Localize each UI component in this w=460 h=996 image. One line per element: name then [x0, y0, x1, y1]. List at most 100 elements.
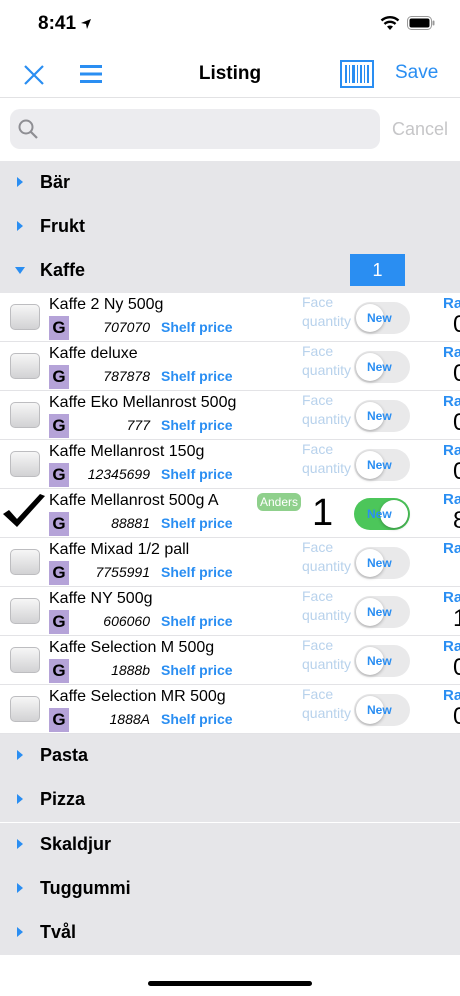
- ra-value: 0: [453, 703, 460, 731]
- new-toggle[interactable]: New: [354, 645, 410, 677]
- category-row[interactable]: Pasta: [0, 734, 460, 778]
- shelf-price-link[interactable]: Shelf price: [161, 466, 233, 482]
- shelf-price-link[interactable]: Shelf price: [161, 368, 233, 384]
- ra-label: Ra: [443, 393, 460, 410]
- product-row[interactable]: Kaffe Mellanrost 500g A G 88881 Shelf price…: [0, 489, 460, 538]
- search-input[interactable]: [10, 109, 380, 149]
- shelf-price-link[interactable]: Shelf price: [161, 613, 233, 629]
- product-name: Kaffe Selection M 500g: [49, 639, 215, 656]
- product-row[interactable]: Kaffe Mixad 1/2 pall G 7755991 Shelf price F…: [0, 538, 460, 587]
- new-toggle[interactable]: New: [354, 498, 410, 530]
- select-checkbox[interactable]: [10, 598, 40, 624]
- ra-label: Ra: [443, 638, 460, 655]
- toggle-label: New: [367, 507, 392, 521]
- shelf-price-link[interactable]: Shelf price: [161, 319, 233, 335]
- face-quantity-input[interactable]: Face quantity: [302, 685, 352, 723]
- toggle-label: New: [367, 605, 392, 619]
- category-row[interactable]: Tvål: [0, 911, 460, 956]
- toggle-label: New: [367, 703, 392, 717]
- product-name: Kaffe Mixad 1/2 pall: [49, 541, 190, 558]
- new-toggle[interactable]: New: [354, 547, 410, 579]
- category-row[interactable]: Pizza: [0, 778, 460, 823]
- category-bar[interactable]: Bär: [0, 161, 460, 205]
- product-code: 1888A: [109, 711, 150, 727]
- home-indicator[interactable]: [148, 981, 312, 986]
- chevron-right-icon: [17, 750, 23, 760]
- status-bar: 8:41: [0, 0, 460, 50]
- barcode-icon[interactable]: [340, 60, 374, 88]
- category-label: Skaldjur: [40, 833, 112, 854]
- user-badge: Anders: [257, 493, 302, 511]
- face-quantity-input[interactable]: Face quantity: [302, 391, 352, 429]
- product-row[interactable]: Kaffe Mellanrost 150g G 12345699 Shelf pric…: [0, 440, 460, 489]
- shelf-price-link[interactable]: Shelf price: [161, 662, 233, 678]
- category-row[interactable]: Skaldjur: [0, 822, 460, 867]
- product-row[interactable]: Kaffe deluxe G 787878 Shelf price Face quant…: [0, 342, 460, 391]
- shelf-price-link[interactable]: Shelf price: [161, 417, 233, 433]
- face-quantity-input[interactable]: Face quantity: [302, 538, 352, 576]
- new-toggle[interactable]: New: [354, 694, 410, 726]
- category-label: Bär: [40, 172, 71, 192]
- ra-value: 1: [453, 605, 460, 633]
- chevron-right-icon: [17, 882, 23, 893]
- toggle-label: New: [367, 311, 392, 325]
- ra-label: Ra: [443, 589, 460, 606]
- checkmark-icon[interactable]: [0, 492, 48, 532]
- ra-label: Ra: [443, 491, 460, 508]
- product-name: Kaffe NY 500g: [49, 590, 153, 607]
- select-checkbox[interactable]: [10, 451, 40, 477]
- toggle-label: New: [367, 556, 392, 570]
- face-quantity-input[interactable]: Face quantity: [302, 342, 352, 380]
- product-code: 1888b: [111, 662, 150, 678]
- ra-value: 0: [453, 458, 460, 486]
- new-toggle[interactable]: New: [354, 302, 410, 334]
- ra-label: Ra: [443, 442, 460, 459]
- product-code: 707070: [103, 319, 150, 335]
- cancel-button[interactable]: Cancel: [392, 119, 448, 140]
- chevron-right-icon: [17, 177, 23, 187]
- select-checkbox[interactable]: [10, 353, 40, 379]
- search-icon: [18, 119, 38, 139]
- category-label: Pasta: [40, 745, 89, 765]
- product-name: Kaffe Selection MR 500g: [49, 688, 226, 705]
- product-row[interactable]: Kaffe Selection MR 500g G 1888A Shelf price…: [0, 685, 460, 734]
- location-arrow-icon: [81, 19, 91, 29]
- select-checkbox[interactable]: [10, 647, 40, 673]
- category-kaffe[interactable]: Kaffe 1: [0, 249, 460, 293]
- product-name: Kaffe 2 Ny 500g: [49, 296, 164, 313]
- category-frukt[interactable]: Frukt: [0, 205, 460, 249]
- product-row[interactable]: Kaffe 2 Ny 500g G 707070 Shelf price Face qu…: [0, 293, 460, 342]
- new-toggle[interactable]: New: [354, 449, 410, 481]
- shelf-price-link[interactable]: Shelf price: [161, 711, 233, 727]
- product-row[interactable]: Kaffe Selection M 500g G 1888b Shelf price F…: [0, 636, 460, 685]
- ra-label: Ra: [443, 344, 460, 361]
- face-quantity-input[interactable]: Face quantity: [302, 440, 352, 478]
- product-code: 12345699: [87, 466, 150, 482]
- save-button[interactable]: Save: [395, 62, 438, 84]
- category-row[interactable]: Tuggummi: [0, 866, 460, 911]
- toggle-label: New: [367, 654, 392, 668]
- select-checkbox[interactable]: [10, 549, 40, 575]
- battery-icon: [407, 16, 435, 30]
- select-checkbox[interactable]: [10, 304, 40, 330]
- face-quantity-input[interactable]: Face quantity: [302, 587, 352, 625]
- shelf-price-link[interactable]: Shelf price: [161, 564, 233, 580]
- face-quantity-input[interactable]: Face quantity: [302, 636, 352, 674]
- chevron-right-icon: [17, 794, 23, 805]
- shelf-price-link[interactable]: Shelf price: [161, 515, 233, 531]
- select-checkbox[interactable]: [10, 402, 40, 428]
- new-toggle[interactable]: New: [354, 351, 410, 383]
- product-name: Kaffe Eko Mellanrost 500g: [49, 394, 237, 411]
- category-label: Pizza: [40, 789, 86, 810]
- new-toggle[interactable]: New: [354, 596, 410, 628]
- chevron-right-icon: [17, 838, 23, 849]
- face-quantity-input[interactable]: Face quantity: [302, 293, 352, 331]
- face-quantity-value[interactable]: 1: [312, 492, 333, 535]
- status-time: 8:41: [38, 13, 77, 34]
- select-checkbox[interactable]: [10, 696, 40, 722]
- product-row[interactable]: Kaffe Eko Mellanrost 500g G 777 Shelf price…: [0, 391, 460, 440]
- ra-value: 0: [453, 311, 460, 339]
- product-row[interactable]: Kaffe NY 500g G 606060 Shelf price Face quan…: [0, 587, 460, 636]
- chevron-right-icon: [17, 927, 23, 938]
- new-toggle[interactable]: New: [354, 400, 410, 432]
